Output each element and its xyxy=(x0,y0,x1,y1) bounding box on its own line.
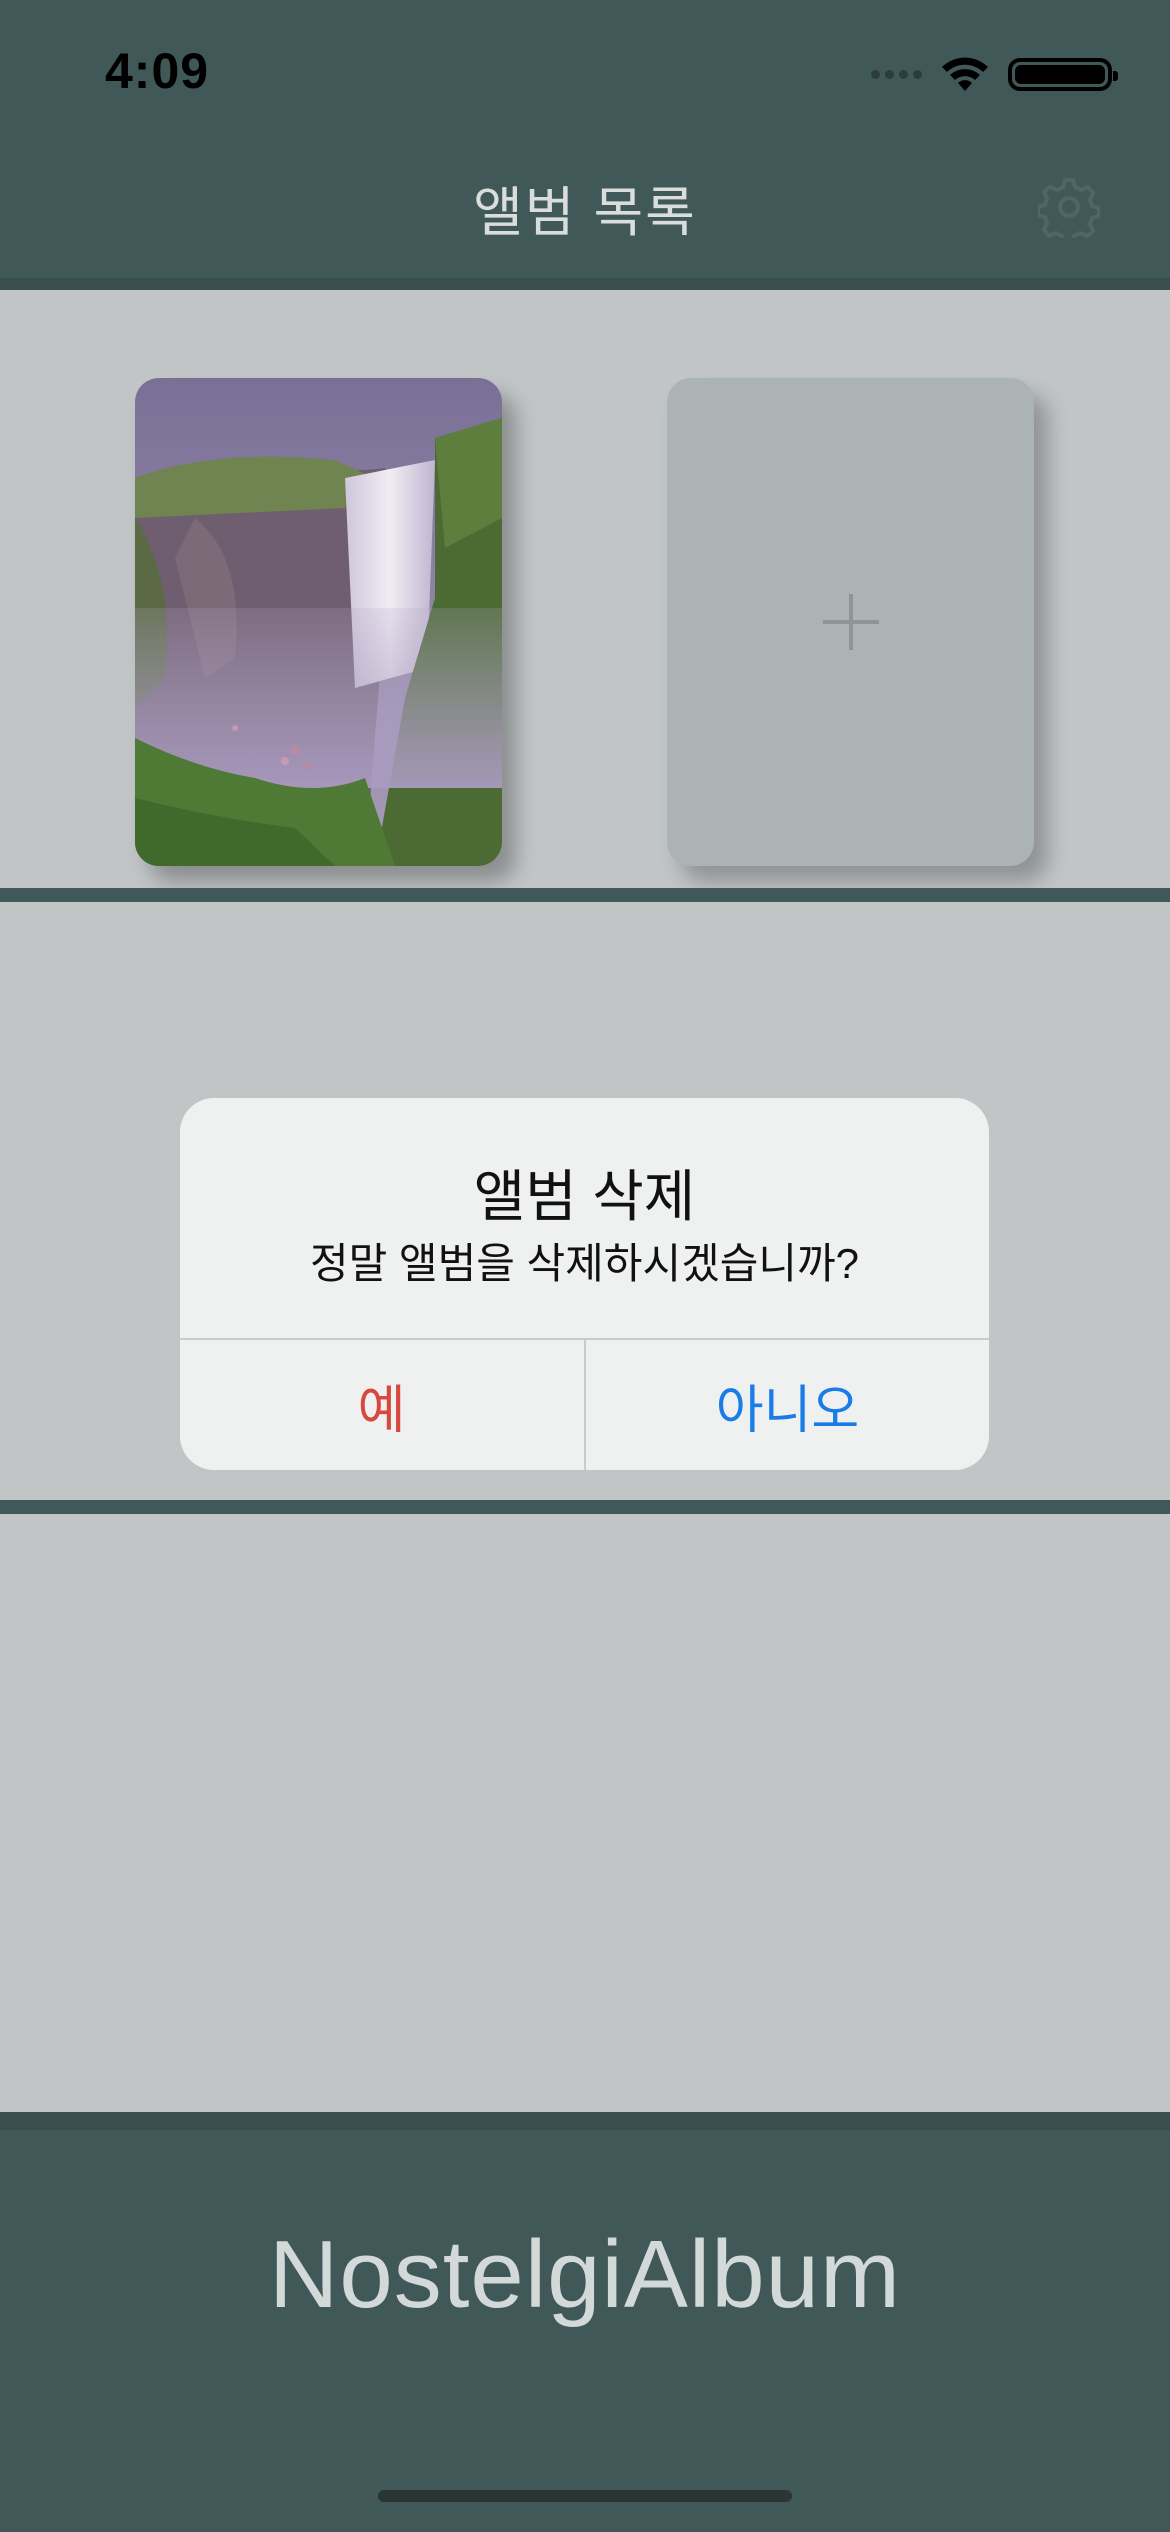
home-indicator[interactable] xyxy=(378,2490,792,2502)
nav-header: 4:09 앨범 목록 xyxy=(0,0,1170,278)
yes-button[interactable]: 예 xyxy=(180,1340,583,1470)
shelf-divider-1 xyxy=(0,888,1170,902)
status-time: 4:09 xyxy=(105,43,210,99)
battery-icon xyxy=(1008,57,1118,91)
alert-title: 앨범 삭제 xyxy=(473,1165,696,1228)
footer-divider xyxy=(0,2112,1170,2130)
no-button[interactable]: 아니오 xyxy=(586,1340,989,1470)
shelf-divider-2 xyxy=(0,1500,1170,1514)
header-divider xyxy=(0,278,1170,290)
cellular-signal-icon xyxy=(871,69,922,79)
album-shelf-3 xyxy=(0,1514,1170,2112)
alert-message: 정말 앨범을 삭제하시겠습니까? xyxy=(309,1240,860,1287)
page-title: 앨범 목록 xyxy=(473,183,697,243)
album-cover-waterfall[interactable] xyxy=(135,378,502,866)
delete-album-alert: 앨범 삭제 정말 앨범을 삭제하시겠습니까? 예 아니오 xyxy=(180,1098,989,1470)
add-album-button[interactable] xyxy=(667,378,1034,866)
status-icons xyxy=(871,52,1118,96)
waterfall-photo xyxy=(135,378,502,866)
plus-icon xyxy=(822,594,879,650)
album-shelf-1 xyxy=(0,290,1170,888)
wifi-icon xyxy=(942,57,988,91)
app-name: NostelgiAlbum xyxy=(269,2221,901,2328)
gear-icon[interactable] xyxy=(1038,176,1100,238)
